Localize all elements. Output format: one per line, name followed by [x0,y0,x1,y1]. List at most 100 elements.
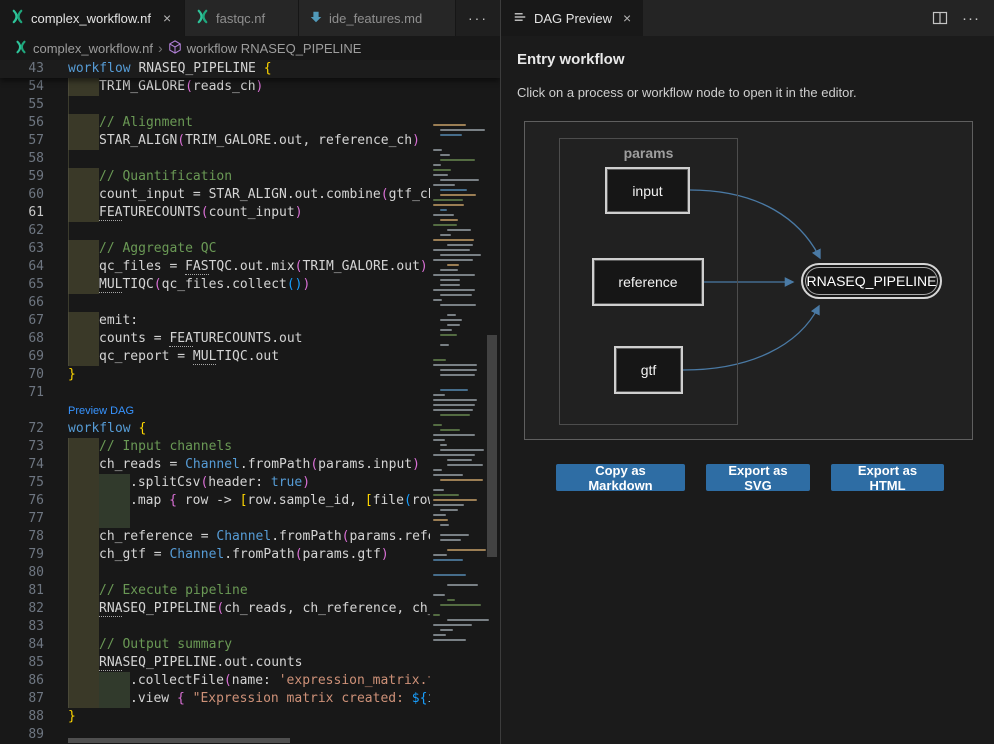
code-token: ) [381,547,389,562]
minimap-line [433,409,473,411]
code-token: // Input channels [99,439,232,454]
code-token: count_input [209,205,295,220]
close-icon[interactable]: × [163,11,171,25]
code-line[interactable]: 63 // Aggregate QC [0,240,500,258]
dag-node-gtf[interactable]: gtf [614,346,683,394]
code-line[interactable]: 78 ch_reference = Channel.fromPath(param… [0,528,500,546]
indent-highlight [68,276,99,294]
code-token: ( [404,493,412,508]
dag-node-reference[interactable]: reference [592,258,704,306]
breadcrumb-file[interactable]: complex_workflow.nf [33,41,153,56]
breadcrumb-symbol[interactable]: workflow RNASEQ_PIPELINE [187,41,362,56]
code-token: Channel [216,529,271,544]
code-line[interactable]: 57 STAR_ALIGN(TRIM_GALORE.out, reference… [0,132,500,150]
line-number: 78 [0,528,44,546]
code-line[interactable]: 79 ch_gtf = Channel.fromPath(params.gtf) [0,546,500,564]
code-line[interactable]: 60 count_input = STAR_ALIGN.out.combine(… [0,186,500,204]
sticky-line[interactable]: 43workflow RNASEQ_PIPELINE { [0,60,500,78]
export-as-html-button[interactable]: Export as HTML [831,464,944,491]
code-line[interactable]: 64 qc_files = FASTQC.out.mix(TRIM_GALORE… [0,258,500,276]
code-token: row.sample_id, [247,493,364,508]
minimap-line [433,239,474,241]
code-token: ch_reads, ch_reference, ch_gtf [224,601,459,616]
tab-dag-preview[interactable]: DAG Preview × [501,0,643,36]
code-line[interactable]: 70} [0,366,500,384]
tab-complex-workflow[interactable]: complex_workflow.nf × [0,0,185,36]
copy-as-markdown-button[interactable]: Copy as Markdown [556,464,685,491]
editor-pane: complex_workflow.nf × fastqc.nf [0,0,500,744]
tab-fastqc[interactable]: fastqc.nf [185,0,299,36]
codelens-row[interactable]: Preview DAG [0,402,500,420]
code-line[interactable]: 77 [0,510,500,528]
code-line[interactable]: 82 RNASEQ_PIPELINE(ch_reads, ch_referenc… [0,600,500,618]
code-line[interactable]: 59 // Quantification [0,168,500,186]
editor-tabbar: complex_workflow.nf × fastqc.nf [0,0,500,36]
tab-overflow-button[interactable]: ··· [456,0,500,36]
tab-ide-features[interactable]: ide_features.md [299,0,456,36]
minimap-line [433,199,463,201]
code-line[interactable]: 55 [0,96,500,114]
code-line[interactable]: 87 .view { "Expression matrix created: $… [0,690,500,708]
code-line[interactable]: 56 // Alignment [0,114,500,132]
close-icon[interactable]: × [623,10,631,26]
more-actions-icon[interactable]: ··· [962,10,980,27]
code-token: STAR_ALIGN [99,133,177,148]
line-number: 85 [0,654,44,672]
code-line[interactable]: 72workflow { [0,420,500,438]
code-line[interactable]: 86 .collectFile(name: 'expression_matrix… [0,672,500,690]
code-token: ${ [412,691,428,706]
code-token: ) [420,259,428,274]
minimap-line [433,184,455,186]
code-line[interactable]: 58 [0,150,500,168]
scrollbar-thumb[interactable] [487,335,497,557]
code-line[interactable]: 62 [0,222,500,240]
indent-highlight [68,330,99,348]
code-line[interactable]: 83 [0,618,500,636]
minimap-line [447,314,456,316]
dag-node-rnaseq-pipeline[interactable]: RNASEQ_PIPELINE [801,263,942,299]
split-editor-icon[interactable] [932,11,948,25]
code-token: ( [310,457,318,472]
code-line[interactable]: 66 [0,294,500,312]
minimap-line [447,324,460,326]
minimap-line [433,169,451,171]
code-token: "Expression matrix created: [193,691,412,706]
tab-label: fastqc.nf [216,11,265,26]
minimap[interactable] [430,120,486,744]
vertical-scrollbar[interactable] [487,60,497,744]
horizontal-scrollbar[interactable] [0,738,430,744]
minimap-line [433,164,441,166]
export-as-svg-button[interactable]: Export as SVG [706,464,810,491]
code-line[interactable]: 65 MULTIQC(qc_files.collect()) [0,276,500,294]
minimap-line [447,264,459,266]
code-line[interactable]: 80 [0,564,500,582]
minimap-line [433,469,442,471]
code-line[interactable]: 67 emit: [0,312,500,330]
scrollbar-thumb[interactable] [68,738,290,743]
code-line[interactable]: 84 // Output summary [0,636,500,654]
code-editor[interactable]: 43workflow RNASEQ_PIPELINE {54 TRIM_GALO… [0,60,500,744]
code-line[interactable]: 73 // Input channels [0,438,500,456]
code-line[interactable]: 68 counts = FEATURECOUNTS.out [0,330,500,348]
code-line[interactable]: 61 FEATURECOUNTS(count_input) [0,204,500,222]
code-line[interactable]: 76 .map { row -> [row.sample_id, [file(r… [0,492,500,510]
indent-highlight [68,690,99,708]
code-token: ch_gtf = [99,547,169,562]
indent-highlight [68,492,99,510]
panel-description: Click on a process or workflow node to o… [517,85,857,100]
code-line[interactable]: 81 // Execute pipeline [0,582,500,600]
code-line[interactable]: 75 .splitCsv(header: true) [0,474,500,492]
code-token: .fromPath [240,457,310,472]
code-line[interactable]: 85 RNASEQ_PIPELINE.out.counts [0,654,500,672]
dag-node-input[interactable]: input [605,167,690,214]
code-line[interactable]: 71 [0,384,500,402]
code-line[interactable]: 74 ch_reads = Channel.fromPath(params.in… [0,456,500,474]
code-token: [ [365,493,373,508]
code-line[interactable]: 54 TRIM_GALORE(reads_ch) [0,78,500,96]
code-line[interactable]: 88} [0,708,500,726]
code-line[interactable]: 69 qc_report = MULTIQC.out [0,348,500,366]
codelens-preview-dag-link[interactable]: Preview DAG [68,405,134,417]
minimap-line [433,639,466,641]
minimap-line [433,519,448,521]
symbol-namespace-icon [168,40,182,57]
